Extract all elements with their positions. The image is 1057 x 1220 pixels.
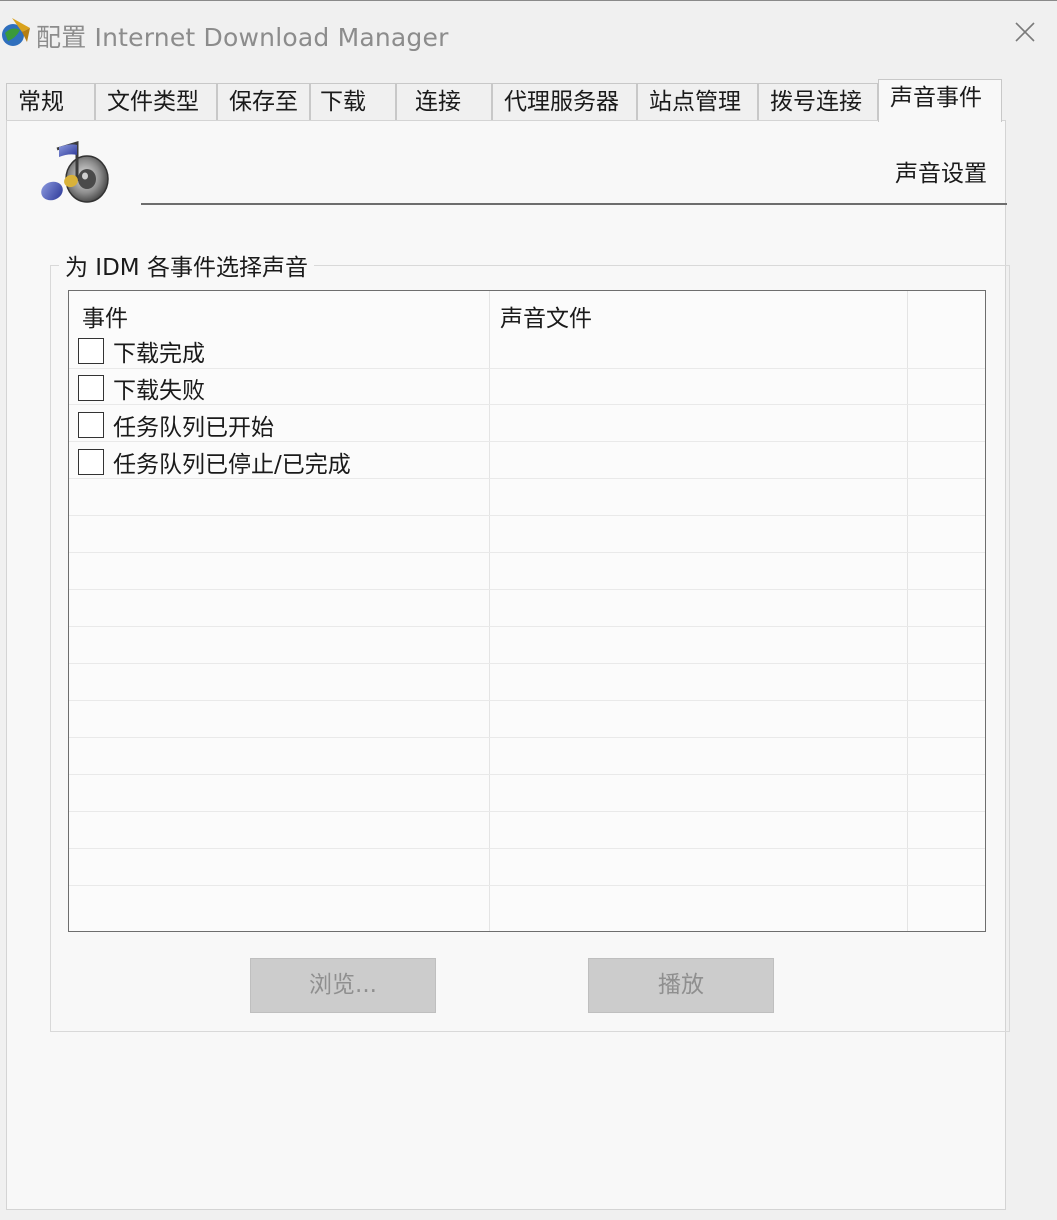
row-divider — [69, 774, 985, 775]
tab-general[interactable]: 常规 — [6, 83, 95, 121]
title-bar: 配置 Internet Download Manager — [0, 2, 1057, 62]
row-divider — [69, 552, 985, 553]
checkbox-queue-started[interactable] — [78, 412, 104, 438]
sound-events-panel: 声音设置 为 IDM 各事件选择声音 事件 声音文件 下载完成 下载失败 任务队… — [6, 120, 1010, 1210]
event-label: 下载失败 — [113, 378, 205, 404]
config-window: 配置 Internet Download Manager 常规 文件类型 保存至… — [0, 0, 1057, 1220]
row-divider — [69, 663, 985, 664]
tab-downloads[interactable]: 下载 — [310, 83, 396, 121]
play-button[interactable]: 播放 — [588, 958, 774, 1013]
row-divider — [69, 589, 985, 590]
row-divider — [69, 404, 985, 405]
group-title: 为 IDM 各事件选择声音 — [59, 248, 314, 282]
list-item[interactable]: 任务队列已停止/已完成 — [78, 444, 351, 480]
tab-dial-up[interactable]: 拨号连接 — [758, 83, 878, 121]
row-divider — [69, 515, 985, 516]
row-divider — [69, 848, 985, 849]
event-label: 任务队列已停止/已完成 — [113, 452, 351, 478]
tab-file-types[interactable]: 文件类型 — [95, 83, 217, 121]
row-divider — [69, 737, 985, 738]
tab-sound-events[interactable]: 声音事件 — [878, 79, 1002, 122]
tab-proxy[interactable]: 代理服务器 — [492, 83, 637, 121]
tab-site-manager[interactable]: 站点管理 — [637, 83, 758, 121]
column-header-event[interactable]: 事件 — [82, 299, 128, 333]
list-item[interactable]: 下载失败 — [78, 370, 205, 406]
row-divider — [69, 885, 985, 886]
idm-globe-icon — [2, 18, 30, 46]
window-title: 配置 Internet Download Manager — [36, 23, 449, 52]
row-divider — [69, 700, 985, 701]
music-note-speaker-icon — [41, 141, 109, 203]
browse-button[interactable]: 浏览... — [250, 958, 436, 1013]
close-icon[interactable] — [1011, 18, 1039, 46]
event-label: 任务队列已开始 — [113, 415, 274, 441]
row-divider — [69, 368, 985, 369]
column-header-sound-file[interactable]: 声音文件 — [500, 299, 592, 333]
column-divider — [907, 291, 908, 931]
checkbox-queue-stopped[interactable] — [78, 449, 104, 475]
header-divider — [141, 203, 1007, 205]
event-label: 下载完成 — [113, 341, 205, 367]
row-divider — [69, 811, 985, 812]
list-item[interactable]: 下载完成 — [78, 333, 205, 369]
event-list[interactable]: 事件 声音文件 下载完成 下载失败 任务队列已开始 任务队列已停止/已完成 — [68, 290, 986, 932]
column-divider — [489, 291, 490, 931]
list-item[interactable]: 任务队列已开始 — [78, 407, 274, 443]
checkbox-download-failed[interactable] — [78, 375, 104, 401]
tab-connection[interactable]: 连接 — [396, 83, 492, 121]
row-divider — [69, 626, 985, 627]
tab-strip: 常规 文件类型 保存至 下载 连接 代理服务器 站点管理 拨号连接 声音事件 — [6, 79, 1006, 122]
sound-settings-heading: 声音设置 — [895, 161, 987, 187]
checkbox-download-complete[interactable] — [78, 338, 104, 364]
tab-save-to[interactable]: 保存至 — [217, 83, 310, 121]
